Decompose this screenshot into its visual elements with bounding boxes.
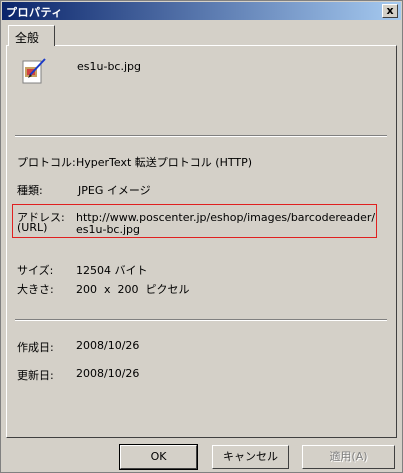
general-panel: es1u-bc.jpg プロトコル: HyperText 転送プロトコル (HT… [6,45,397,438]
ok-button[interactable]: OK [119,444,198,470]
separator [15,319,387,321]
created-label: 作成日: [17,341,54,354]
size-label: サイズ: [17,264,54,277]
dimensions-value: 200 x 200 ピクセル [76,283,190,296]
properties-dialog: プロパティ x 全般 es1u-bc.jpg プロトコル: HyperText … [0,0,403,473]
tab-label: 全般 [15,31,40,45]
apply-button[interactable]: 適用(A) [302,445,395,469]
updated-label: 更新日: [17,369,54,382]
separator [15,135,387,137]
protocol-value: HyperText 転送プロトコル (HTTP) [76,156,253,169]
title-bar[interactable]: プロパティ x [2,2,401,20]
url-label: (URL) [17,221,48,234]
protocol-label: プロトコル: [17,156,76,169]
jpeg-file-icon [22,58,46,84]
type-value: JPEG イメージ [78,184,151,197]
type-label: 種類: [17,184,43,197]
updated-value: 2008/10/26 [76,367,140,380]
window-title: プロパティ [6,6,63,19]
url-value-line2[interactable]: es1u-bc.jpg [76,223,140,236]
tab-general[interactable]: 全般 [8,25,55,46]
close-button[interactable]: x [382,4,398,18]
dimensions-label: 大きさ: [17,283,54,296]
created-value: 2008/10/26 [76,339,140,352]
file-name: es1u-bc.jpg [77,60,141,73]
size-value: 12504 バイト [76,264,148,277]
cancel-button[interactable]: キャンセル [212,445,289,469]
